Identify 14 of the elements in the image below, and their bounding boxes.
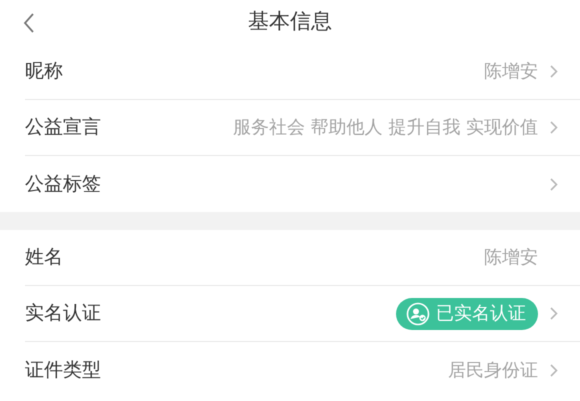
row-value: 服务社会 帮助他人 提升自我 实现价值 xyxy=(232,116,538,140)
back-icon[interactable] xyxy=(23,13,35,33)
row-label: 姓名 xyxy=(25,245,63,270)
row-label: 公益标签 xyxy=(25,172,101,197)
row-label: 昵称 xyxy=(25,59,63,84)
verified-badge: 已实名认证 xyxy=(396,298,538,330)
row-value: 居民身份证 xyxy=(448,358,538,382)
row-label: 实名认证 xyxy=(25,301,101,326)
row-label: 证件类型 xyxy=(25,358,101,383)
row-value: 陈增安 xyxy=(484,60,538,84)
verified-user-icon xyxy=(406,302,430,326)
row-label: 公益宣言 xyxy=(25,115,101,140)
page-title: 基本信息 xyxy=(248,8,332,36)
row-value: 陈增安 xyxy=(484,246,538,270)
